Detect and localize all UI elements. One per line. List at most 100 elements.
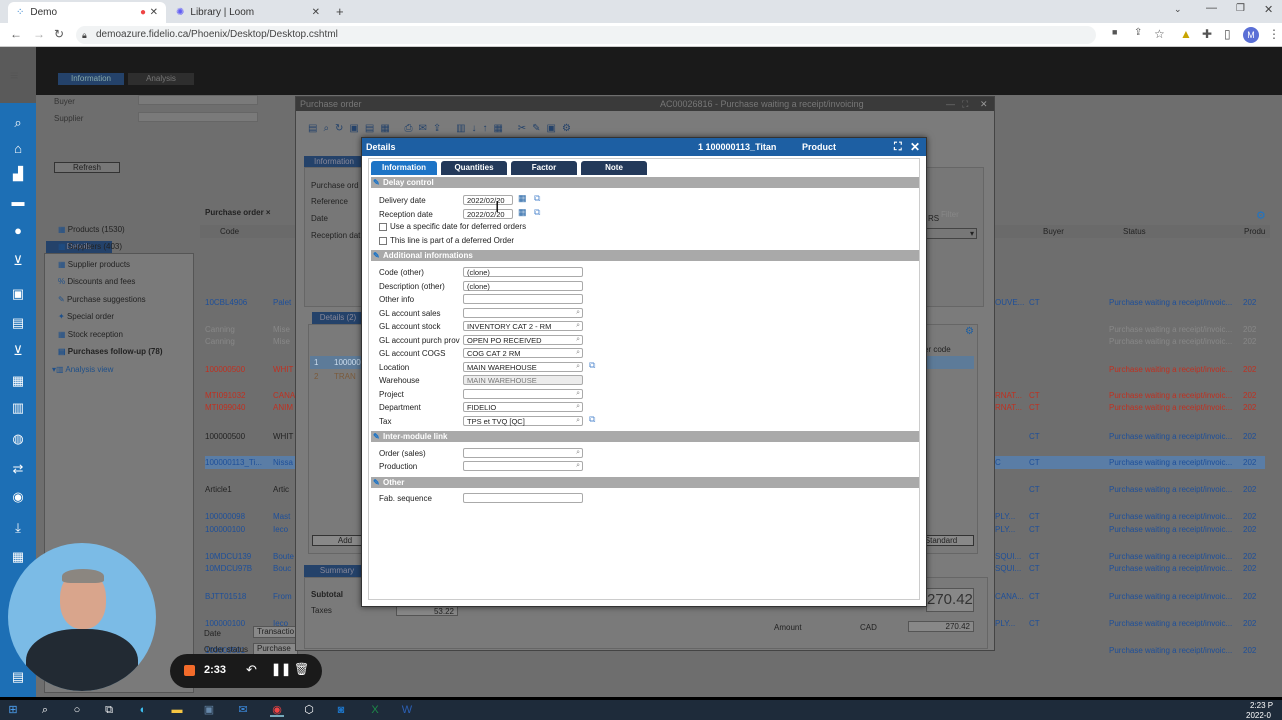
- stop-recording-button[interactable]: [184, 665, 195, 676]
- nav-item-purchases-follow-up[interactable]: ▤ Purchases follow-up (78): [58, 347, 198, 359]
- field-input[interactable]: OPEN PO RECEIVED ⌕: [463, 335, 583, 345]
- tab-factor[interactable]: Factor: [511, 161, 577, 175]
- minimize-icon[interactable]: —: [1206, 2, 1217, 14]
- field-input[interactable]: (clone): [463, 281, 583, 291]
- grid-tab[interactable]: Purchase order ×: [205, 208, 275, 220]
- nav-item-products[interactable]: ▦ Products (1530): [58, 225, 198, 237]
- menu-kebab-icon[interactable]: ⋮: [1268, 27, 1280, 41]
- calendar-icon[interactable]: ▦: [518, 207, 527, 218]
- order-sales-field[interactable]: ⌕: [463, 448, 583, 458]
- search-icon[interactable]: ⌕: [576, 308, 580, 317]
- header-product[interactable]: Produ: [1244, 225, 1265, 238]
- reception-date-field[interactable]: 2022/02/20: [463, 209, 513, 219]
- field-input[interactable]: TPS et TVQ [QC] ⌕: [463, 416, 583, 426]
- app-tab-information[interactable]: Information: [58, 73, 124, 85]
- search-icon[interactable]: ⌕: [576, 362, 580, 371]
- deferred-order-checkbox[interactable]: This line is part of a deferred Order: [379, 236, 514, 245]
- field-input[interactable]: INVENTORY CAT 2 - RM ⌕: [463, 321, 583, 331]
- po-dropdown[interactable]: ▾: [926, 228, 977, 239]
- mail-icon[interactable]: ✉: [236, 703, 250, 717]
- app-icon[interactable]: ⬡: [302, 703, 316, 717]
- bookmark-star-icon[interactable]: ☆: [1154, 27, 1165, 41]
- search-icon[interactable]: ⌕: [38, 703, 52, 717]
- close-window-icon[interactable]: ✕: [1264, 3, 1273, 16]
- close-tab-icon[interactable]: ✕: [312, 7, 320, 18]
- close-tab-icon[interactable]: ✕: [150, 7, 158, 18]
- settings-gear-icon[interactable]: ⚙: [1256, 209, 1266, 222]
- copy-icon[interactable]: ⧉: [534, 193, 540, 204]
- file-icon[interactable]: ▤: [8, 669, 28, 687]
- invoice-icon[interactable]: ▤: [8, 315, 28, 333]
- browser-tab-loom[interactable]: ✺ Library | Loom ✕: [168, 2, 328, 23]
- url-field[interactable]: 🔒︎ demoazure.fidelio.ca/Phoenix/Desktop/…: [76, 26, 1096, 44]
- search-icon[interactable]: ⌕: [576, 389, 580, 398]
- undo-icon[interactable]: ↶: [246, 662, 257, 678]
- browser-tab-demo[interactable]: ⁘ Demo ● ✕: [8, 2, 166, 23]
- section-inter-module-link[interactable]: ✎ Inter-module link: [371, 431, 919, 442]
- search-icon[interactable]: ⌕: [576, 321, 580, 330]
- buyer-field[interactable]: [138, 95, 258, 105]
- checkbox-box[interactable]: [379, 222, 387, 231]
- hamburger-icon[interactable]: ≡: [10, 67, 18, 83]
- forward-icon[interactable]: →: [33, 27, 45, 41]
- field-input[interactable]: ⌕: [463, 389, 583, 399]
- word-icon[interactable]: W: [400, 703, 414, 717]
- chart-icon[interactable]: ▟: [8, 166, 28, 184]
- search-icon[interactable]: ⌕: [576, 416, 580, 425]
- download-icon[interactable]: ⤓: [8, 520, 28, 538]
- po-minimize-icon[interactable]: —: [946, 97, 955, 111]
- supplier-field[interactable]: [138, 112, 258, 122]
- nav-item-special-order[interactable]: ✦ Special order: [58, 312, 198, 324]
- users-icon[interactable]: ●: [8, 223, 28, 241]
- production-field[interactable]: ⌕: [463, 461, 583, 471]
- pause-icon[interactable]: ❚❚: [271, 662, 291, 676]
- search-icon[interactable]: ⌕: [576, 335, 580, 344]
- field-input[interactable]: (clone): [463, 267, 583, 277]
- header-code[interactable]: Code: [220, 225, 239, 238]
- field-input[interactable]: FIDELIO ⌕: [463, 402, 583, 412]
- document-icon[interactable]: ▣: [8, 286, 28, 304]
- field-input[interactable]: MAIN WAREHOUSE ⌕: [463, 362, 583, 372]
- header-status[interactable]: Status: [1123, 225, 1146, 238]
- date-field[interactable]: Transactio: [253, 626, 298, 638]
- trash-icon[interactable]: 🗑︎: [294, 662, 309, 676]
- po-maximize-icon[interactable]: ⛶: [962, 97, 968, 111]
- copy-icon[interactable]: ⧉: [589, 360, 595, 371]
- tab-information[interactable]: Information: [371, 161, 437, 175]
- search-icon[interactable]: ⌕: [576, 402, 580, 411]
- close-icon[interactable]: ✕: [910, 138, 920, 156]
- grid-icon[interactable]: ▦: [8, 549, 28, 567]
- field-input[interactable]: [463, 294, 583, 304]
- nav-item-purchase-suggestions[interactable]: ✎ Purchase suggestions: [58, 295, 198, 307]
- outlook-icon[interactable]: ◙: [334, 703, 348, 717]
- camera-icon[interactable]: ■: [1112, 27, 1117, 37]
- home-icon[interactable]: ⌂: [8, 141, 28, 159]
- avatar[interactable]: M: [1243, 27, 1259, 43]
- side-panel-icon[interactable]: ▯: [1224, 27, 1231, 41]
- section-additional-informations[interactable]: ✎ Additional informations: [371, 250, 919, 261]
- transfer-icon[interactable]: ⇄: [8, 461, 28, 479]
- copy-icon[interactable]: ⧉: [534, 207, 540, 218]
- settings-icon[interactable]: ◍: [8, 431, 28, 449]
- nav-item-stock-reception[interactable]: ▦ Stock reception: [58, 330, 198, 342]
- po-details-tab[interactable]: Details (2): [312, 312, 364, 324]
- money-icon[interactable]: ◉: [8, 489, 28, 507]
- windows-start-icon[interactable]: ⊞: [6, 703, 20, 717]
- calendar-icon[interactable]: ▦: [518, 193, 527, 204]
- field-input[interactable]: COG CAT 2 RM ⌕: [463, 348, 583, 358]
- store-icon[interactable]: ▣: [202, 703, 216, 717]
- section-delay-control[interactable]: ✎ Delay control: [371, 177, 919, 188]
- expand-icon[interactable]: ⛶: [894, 138, 902, 156]
- app-tab-analysis[interactable]: Analysis: [128, 73, 194, 85]
- share-icon[interactable]: ⇪: [1134, 27, 1142, 38]
- reload-icon[interactable]: ↻: [54, 27, 64, 41]
- search-icon[interactable]: ⌕: [576, 461, 580, 470]
- puzzle-icon[interactable]: ✚: [1202, 27, 1212, 41]
- refresh-button[interactable]: Refresh: [54, 162, 120, 173]
- truck-icon[interactable]: ▬: [8, 194, 28, 212]
- back-icon[interactable]: ←: [10, 27, 22, 41]
- nav-item-discounts[interactable]: % Discounts and fees: [58, 277, 198, 289]
- field-input[interactable]: ⌕: [463, 308, 583, 318]
- tab-search-icon[interactable]: ⌄: [1174, 4, 1182, 15]
- file-explorer-icon[interactable]: ▬: [170, 703, 184, 717]
